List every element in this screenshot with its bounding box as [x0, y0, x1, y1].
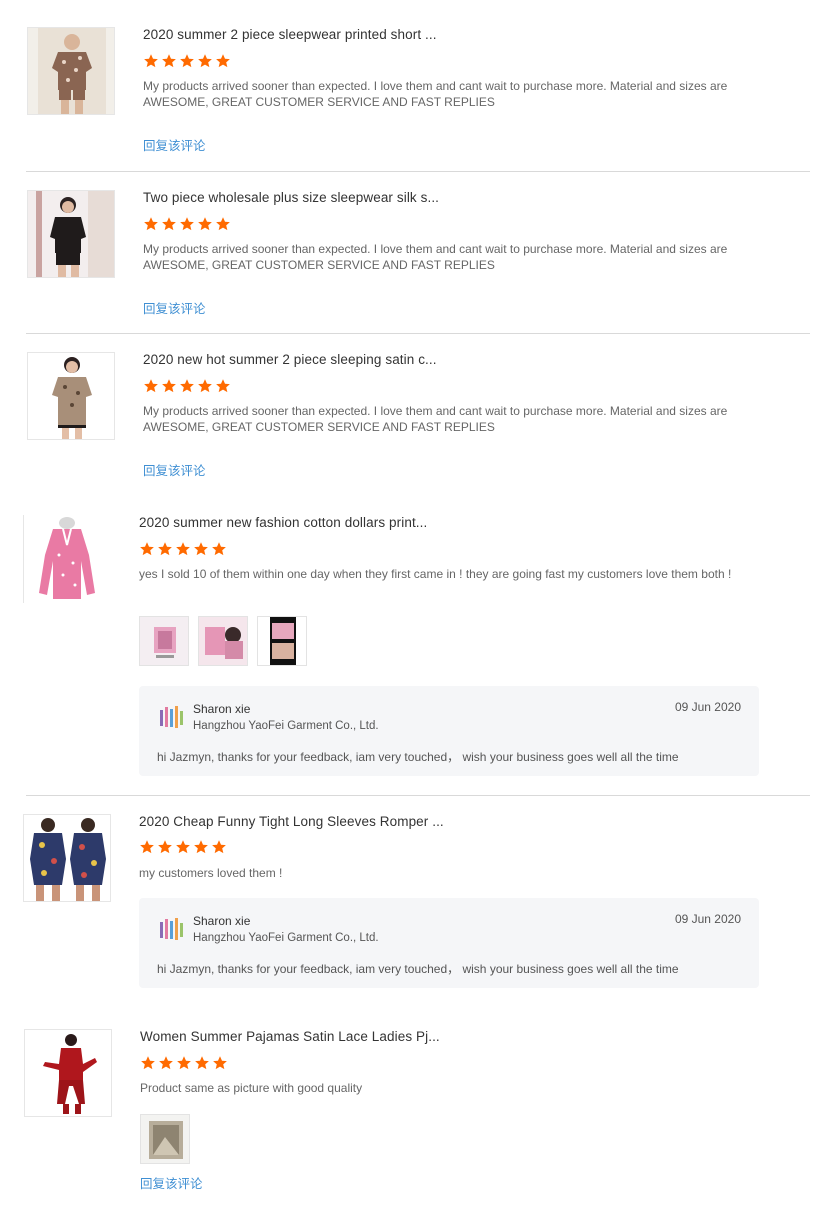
rating-stars	[139, 541, 227, 557]
star-icon	[212, 1055, 228, 1071]
star-icon	[161, 216, 177, 232]
seller-name: Sharon xie	[193, 702, 251, 716]
product-title[interactable]: 2020 new hot summer 2 piece sleeping sat…	[143, 352, 437, 367]
review-comment: Product same as picture with good qualit…	[140, 1081, 363, 1095]
divider	[26, 333, 810, 334]
review-photo-image	[199, 617, 247, 665]
product-thumbnail[interactable]	[24, 1029, 112, 1117]
reply-to-review-link[interactable]: 回复该评论	[143, 460, 206, 479]
seller-reply-box: Sharon xie Hangzhou YaoFei Garment Co., …	[139, 686, 759, 776]
reply-to-review-link[interactable]: 回复该评论	[140, 1173, 203, 1192]
star-icon	[143, 216, 159, 232]
romper-product-image	[23, 515, 111, 603]
star-icon	[139, 839, 155, 855]
seller-logo	[157, 916, 185, 944]
star-icon	[175, 839, 191, 855]
review-comment: My products arrived sooner than expected…	[143, 404, 728, 434]
seller-logo	[157, 704, 185, 732]
star-icon	[215, 378, 231, 394]
rating-stars	[139, 839, 227, 855]
divider	[26, 171, 810, 172]
review-comment: My products arrived sooner than expected…	[143, 79, 728, 109]
review-comment: my customers loved them !	[139, 866, 283, 880]
star-icon	[143, 53, 159, 69]
review-photo-image	[258, 617, 306, 665]
review-photo[interactable]	[198, 616, 248, 666]
star-icon	[157, 839, 173, 855]
review-photo[interactable]	[140, 1114, 190, 1164]
product-title[interactable]: Women Summer Pajamas Satin Lace Ladies P…	[140, 1029, 440, 1044]
star-icon	[175, 541, 191, 557]
product-thumbnail[interactable]	[23, 814, 111, 902]
star-icon	[193, 839, 209, 855]
star-icon	[193, 541, 209, 557]
seller-reply-message: hi Jazmyn, thanks for your feedback, iam…	[157, 750, 679, 764]
star-icon	[179, 378, 195, 394]
review-comment: My products arrived sooner than expected…	[143, 242, 728, 272]
seller-name: Sharon xie	[193, 914, 251, 928]
star-icon	[197, 216, 213, 232]
pajama-product-image	[28, 28, 114, 114]
seller-reply-box: Sharon xie Hangzhou YaoFei Garment Co., …	[139, 898, 759, 988]
product-thumbnail[interactable]	[27, 27, 115, 115]
star-icon	[197, 53, 213, 69]
review-comment: yes I sold 10 of them within one day whe…	[139, 567, 732, 581]
seller-reply-message: hi Jazmyn, thanks for your feedback, iam…	[157, 962, 679, 976]
star-icon	[215, 53, 231, 69]
star-icon	[179, 216, 195, 232]
garment-logo-icon	[160, 706, 183, 728]
rating-stars	[140, 1055, 228, 1071]
reply-date: 09 Jun 2020	[674, 912, 741, 926]
product-title[interactable]: 2020 Cheap Funny Tight Long Sleeves Romp…	[139, 814, 444, 829]
product-thumbnail[interactable]	[27, 190, 115, 278]
reply-date: 09 Jun 2020	[674, 700, 741, 714]
reply-to-review-link[interactable]: 回复该评论	[143, 298, 206, 317]
reply-to-review-link[interactable]: 回复该评论	[143, 135, 206, 154]
star-icon	[176, 1055, 192, 1071]
star-icon	[139, 541, 155, 557]
divider	[26, 795, 810, 796]
star-icon	[197, 378, 213, 394]
star-icon	[179, 53, 195, 69]
product-title[interactable]: 2020 summer 2 piece sleepwear printed sh…	[143, 27, 437, 42]
pajama-product-image	[28, 353, 114, 439]
star-icon	[194, 1055, 210, 1071]
review-photo[interactable]	[139, 616, 189, 666]
star-icon	[215, 216, 231, 232]
rating-stars	[143, 53, 231, 69]
star-icon	[143, 378, 159, 394]
star-icon	[140, 1055, 156, 1071]
seller-company: Hangzhou YaoFei Garment Co., Ltd.	[193, 720, 379, 732]
product-thumbnail[interactable]	[27, 352, 115, 440]
star-icon	[161, 53, 177, 69]
star-icon	[157, 541, 173, 557]
pajama-product-image	[28, 191, 114, 277]
review-photo[interactable]	[257, 616, 307, 666]
seller-company: Hangzhou YaoFei Garment Co., Ltd.	[193, 932, 379, 944]
rating-stars	[143, 216, 231, 232]
star-icon	[211, 541, 227, 557]
romper-product-image	[24, 815, 110, 901]
product-thumbnail[interactable]	[23, 515, 111, 603]
star-icon	[158, 1055, 174, 1071]
review-photo-image	[141, 1115, 189, 1163]
review-photo-image	[140, 617, 188, 665]
star-icon	[161, 378, 177, 394]
satin-pajama-product-image	[25, 1030, 111, 1116]
star-icon	[211, 839, 227, 855]
rating-stars	[143, 378, 231, 394]
garment-logo-icon	[160, 918, 183, 940]
product-title[interactable]: Two piece wholesale plus size sleepwear …	[143, 190, 439, 205]
product-title[interactable]: 2020 summer new fashion cotton dollars p…	[139, 515, 427, 530]
